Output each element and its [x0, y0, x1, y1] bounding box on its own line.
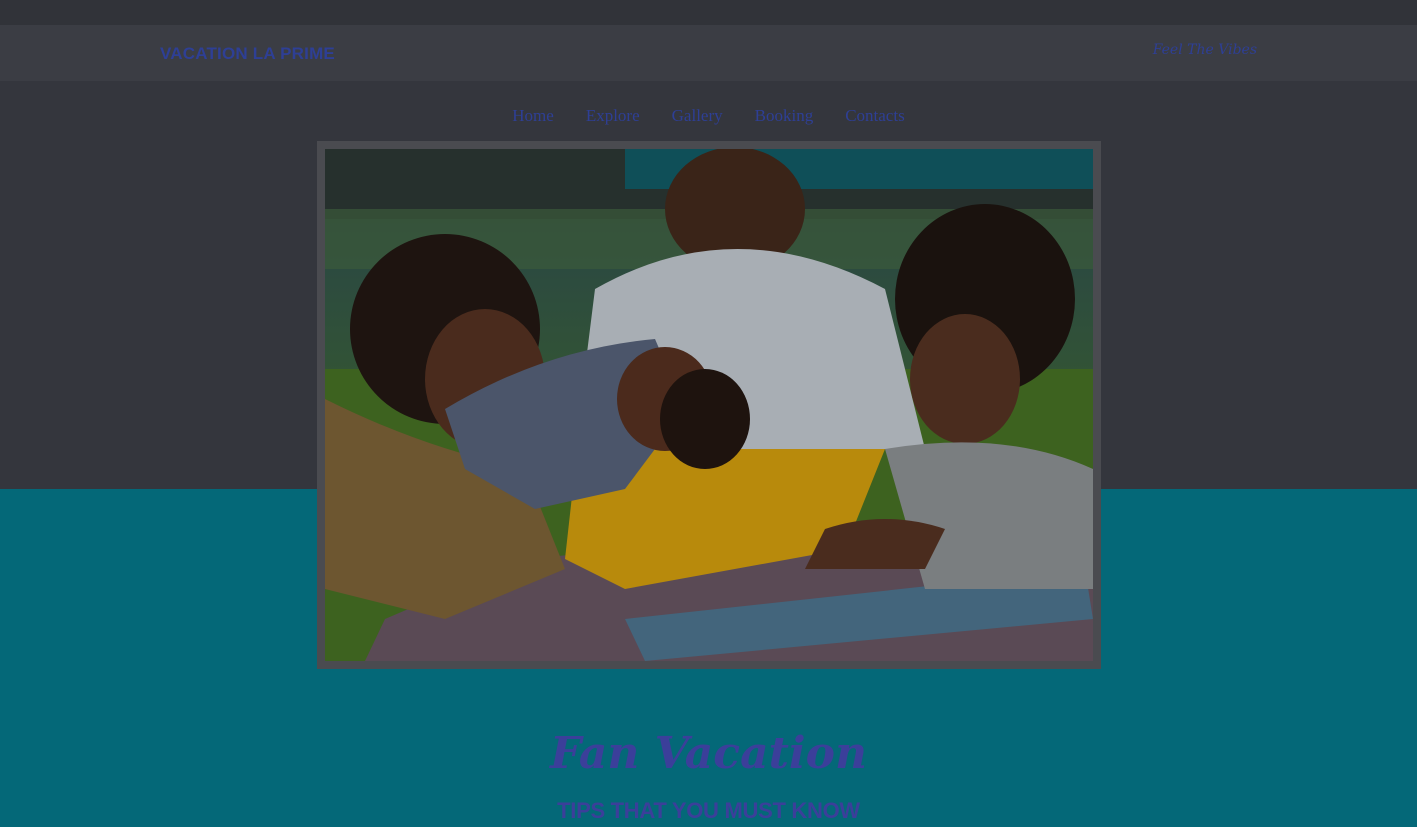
nav-item-explore[interactable]: Explore: [586, 106, 640, 126]
section-title: Fan Vacation: [550, 728, 867, 779]
site-logo-text[interactable]: VACATION LA PRIME: [160, 44, 335, 64]
hero-image-frame: [317, 141, 1101, 669]
main-nav: Home Explore Gallery Booking Contacts: [0, 106, 1417, 126]
top-strip: [0, 0, 1417, 25]
hero-family-photo: [325, 149, 1093, 661]
page: VACATION LA PRIME Feel The Vibes Home Ex…: [0, 0, 1417, 827]
section-subtitle: TIPS THAT YOU MUST KNOW: [557, 798, 860, 823]
nav-item-home[interactable]: Home: [512, 106, 554, 126]
family-photo-image: [325, 149, 1093, 661]
nav-item-booking[interactable]: Booking: [755, 106, 814, 126]
nav-item-gallery[interactable]: Gallery: [672, 106, 723, 126]
header-tagline: Feel The Vibes: [1152, 42, 1257, 58]
site-header: VACATION LA PRIME Feel The Vibes: [0, 25, 1417, 81]
nav-item-contacts[interactable]: Contacts: [845, 106, 905, 126]
